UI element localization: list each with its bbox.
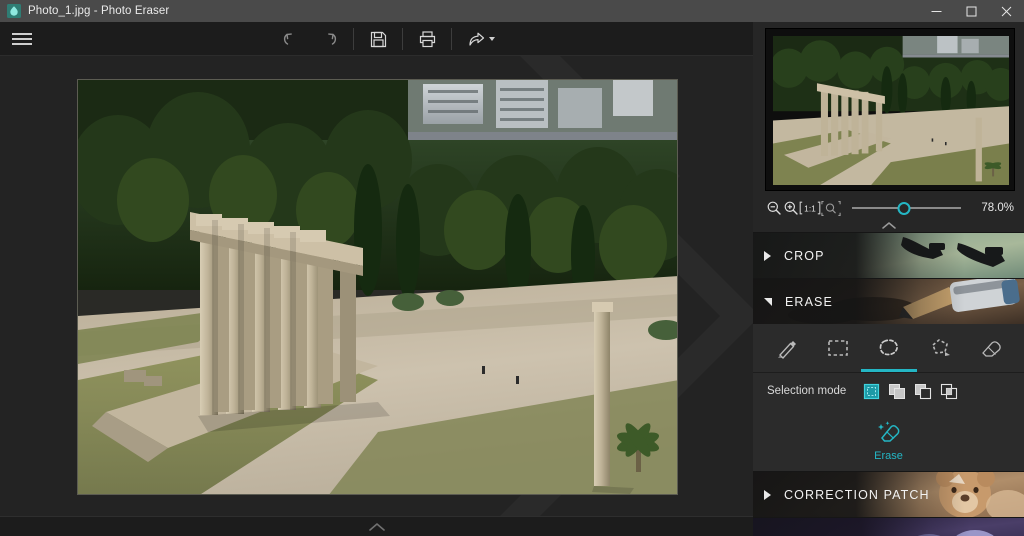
chevron-right-icon xyxy=(764,251,771,261)
selection-mode-label: Selection mode xyxy=(767,385,846,397)
zoom-out-icon[interactable] xyxy=(765,199,782,217)
section-title-correction-patch: CORRECTION PATCH xyxy=(784,488,930,502)
chevron-up-icon[interactable] xyxy=(368,522,386,532)
zoom-slider-handle[interactable] xyxy=(898,202,911,215)
lasso-tool[interactable] xyxy=(867,325,911,371)
toolbar-divider xyxy=(451,28,452,50)
share-icon[interactable] xyxy=(457,29,503,49)
section-title-crop: CROP xyxy=(784,249,825,263)
section-header-partial[interactable] xyxy=(753,517,1024,536)
save-icon[interactable] xyxy=(359,22,397,56)
hamburger-menu-icon[interactable] xyxy=(4,22,40,56)
polygon-lasso-tool[interactable] xyxy=(918,325,962,371)
chevron-down-icon xyxy=(489,37,495,41)
zoom-controls: 1:1 78.0% xyxy=(753,195,1024,221)
chevron-up-icon[interactable] xyxy=(881,221,897,230)
print-icon[interactable] xyxy=(408,22,446,56)
partial-section-shade xyxy=(753,518,1024,536)
chevron-down-icon xyxy=(764,298,772,306)
fit-to-window-icon[interactable] xyxy=(821,199,841,217)
redo-icon[interactable] xyxy=(310,22,348,56)
selection-mode-row: Selection mode xyxy=(753,373,1024,409)
zoom-slider[interactable] xyxy=(852,199,961,217)
erase-tools-row xyxy=(753,324,1024,372)
add-selection-icon[interactable] xyxy=(884,378,910,404)
canvas-collapse-bar[interactable] xyxy=(0,516,753,536)
chevron-right-icon xyxy=(764,490,771,500)
section-title-erase: ERASE xyxy=(785,295,833,309)
photo-eraser-logo-icon xyxy=(7,4,21,18)
toolbar-actions xyxy=(272,22,503,56)
toolbar-divider xyxy=(402,28,403,50)
section-header-erase[interactable]: ERASE xyxy=(753,278,1024,324)
svg-text:1:1: 1:1 xyxy=(804,203,816,213)
canvas-area[interactable] xyxy=(0,56,753,516)
new-selection-icon[interactable] xyxy=(858,378,884,404)
close-icon[interactable] xyxy=(989,0,1024,22)
window-title: Photo_1.jpg - Photo Eraser xyxy=(28,5,169,17)
section-header-correction-patch[interactable]: CORRECTION PATCH xyxy=(753,471,1024,517)
zoom-in-icon[interactable] xyxy=(782,199,799,217)
navigator-wrapper xyxy=(753,22,1024,195)
undo-icon[interactable] xyxy=(272,22,310,56)
intersect-selection-icon[interactable] xyxy=(936,378,962,404)
photo-olympian-zeus xyxy=(78,80,678,495)
title-bar: Photo_1.jpg - Photo Eraser xyxy=(0,0,1024,22)
toolbar-divider xyxy=(353,28,354,50)
actual-size-button[interactable]: 1:1 xyxy=(799,199,821,217)
erase-action-button[interactable]: Erase xyxy=(753,409,1024,471)
rectangle-select-tool[interactable] xyxy=(816,325,860,371)
subtract-selection-icon[interactable] xyxy=(910,378,936,404)
section-header-crop[interactable]: CROP xyxy=(753,232,1024,278)
eraser-tool[interactable] xyxy=(969,325,1013,371)
right-panel: 1:1 78.0% xyxy=(753,22,1024,536)
main-toolbar xyxy=(0,22,753,56)
maximize-icon[interactable] xyxy=(954,0,989,22)
minimize-icon[interactable] xyxy=(919,0,954,22)
window-controls xyxy=(919,0,1024,22)
panel-collapse-handle[interactable] xyxy=(753,221,1024,232)
image-canvas[interactable] xyxy=(77,79,678,495)
brush-tool[interactable] xyxy=(765,325,809,371)
erase-magic-icon xyxy=(874,418,904,448)
photo-eraser-window: Photo_1.jpg - Photo Eraser xyxy=(0,0,1024,536)
erase-action-label: Erase xyxy=(874,450,903,462)
erase-panel-body: Selection mode xyxy=(753,324,1024,471)
zoom-value: 78.0% xyxy=(970,202,1014,214)
navigator-preview[interactable] xyxy=(765,28,1015,191)
navigator-thumbnail xyxy=(773,36,1009,185)
